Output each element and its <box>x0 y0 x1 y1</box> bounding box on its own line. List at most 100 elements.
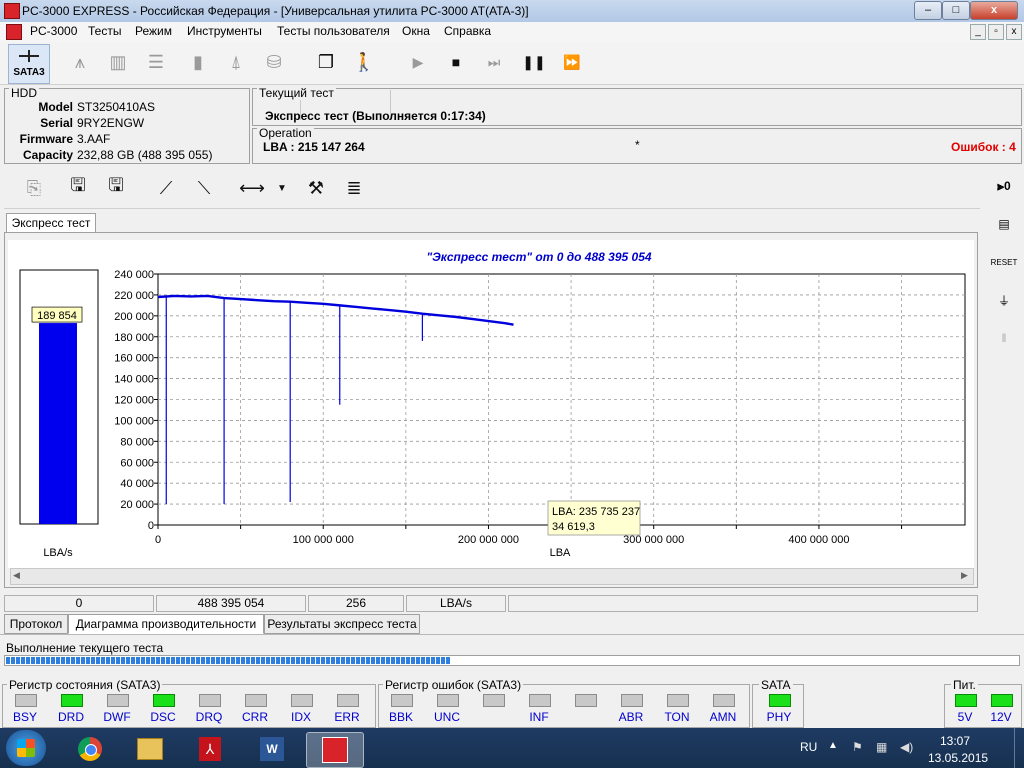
led-label: INF <box>529 710 549 724</box>
led-label: 12V <box>990 710 1012 724</box>
save-icon[interactable]: 🖫 <box>62 172 94 204</box>
play-icon[interactable]: ▶ <box>402 46 434 78</box>
close-button[interactable]: x <box>970 1 1018 20</box>
tab-protocol[interactable]: Протокол <box>4 614 68 634</box>
tab-express-results[interactable]: Результаты экспресс теста <box>264 614 420 634</box>
taskbar-explorer[interactable] <box>122 732 178 766</box>
mdi-restore-button[interactable]: ▫ <box>988 24 1004 40</box>
menu-tests[interactable]: Тесты <box>88 24 121 38</box>
chart-scrollbar[interactable]: ◀ ▶ <box>10 568 974 585</box>
y-tick-label: 160 000 <box>114 353 154 365</box>
taskbar-word[interactable]: W <box>244 732 300 766</box>
maximize-button[interactable]: □ <box>942 1 970 20</box>
tools-icon[interactable]: ⚒ <box>300 172 332 204</box>
led-label: DSC <box>150 710 176 724</box>
led-label: BBK <box>388 710 413 724</box>
led-indicator <box>529 694 551 707</box>
scroll-right-icon[interactable]: ▶ <box>961 570 968 581</box>
error-count: Ошибок : 4 <box>951 140 1016 154</box>
chart-canvas: "Экспресс тест" от 0 до 488 395 054 189 … <box>8 240 974 568</box>
led-label: UNC <box>434 710 460 724</box>
disk-tool-icon[interactable]: ⛁ <box>258 46 290 78</box>
minimize-button[interactable]: – <box>914 1 942 20</box>
tray-expand-icon[interactable]: ▲ <box>828 740 838 751</box>
switch-icon[interactable]: ⏚ <box>990 288 1018 312</box>
led-label: CRR <box>242 710 268 724</box>
clock-time[interactable]: 13:07 <box>940 734 970 748</box>
menu-windows[interactable]: Окна <box>402 24 430 38</box>
export-icon[interactable]: ⎘ <box>18 172 50 204</box>
pause-icon[interactable]: ❚❚ <box>518 46 550 78</box>
skip-icon[interactable]: ⏩ <box>556 46 588 78</box>
stop-icon[interactable]: ■ <box>440 46 472 78</box>
mdi-minimize-button[interactable]: _ <box>970 24 986 40</box>
tab-performance-diagram[interactable]: Диаграмма производительности <box>68 614 264 634</box>
taskbar-acrobat[interactable]: ⅄ <box>182 732 238 766</box>
status-end: 488 395 054 <box>156 595 306 612</box>
led-label: DWF <box>103 710 131 724</box>
bars-icon[interactable]: ▮ <box>182 46 214 78</box>
tooltip-lba: LBA: 235 735 237 <box>552 506 640 518</box>
menu-tools[interactable]: Инструменты <box>187 24 262 38</box>
action-center-icon[interactable]: ⚑ <box>852 740 863 754</box>
menu-user-tests[interactable]: Тесты пользователя <box>277 24 390 38</box>
start-button[interactable] <box>6 730 46 766</box>
graph-down-icon[interactable]: ⟍ <box>188 172 220 204</box>
menu-pc3000[interactable]: PC-3000 <box>30 24 77 38</box>
clock-date[interactable]: 13.05.2015 <box>928 751 988 765</box>
volume-icon[interactable]: ◀) <box>900 740 913 754</box>
exit-icon[interactable]: 🚶 <box>348 46 380 78</box>
chrome-icon <box>78 737 102 761</box>
main-toolbar: SATA3 ⩚ ▥ ☰ ▮ ⍋ ⛁ ❐ 🚶 ▶ ■ ⏭ ❚❚ ⏩ <box>0 42 1024 120</box>
model-label: Model <box>38 100 73 114</box>
language-indicator[interactable]: RU <box>800 740 817 754</box>
range-icon[interactable]: ⟷ <box>236 172 268 204</box>
scroll-left-icon[interactable]: ◀ <box>13 570 20 581</box>
y-tick-label: 60 000 <box>120 457 154 469</box>
firmware-value: 3.AAF <box>77 132 111 146</box>
port-icon[interactable]: ▤ <box>990 212 1018 236</box>
power-register: Пит. 5V 12V <box>944 678 1022 728</box>
menu-mode[interactable]: Режим <box>135 24 172 38</box>
current-test-label: Текущий тест <box>257 86 336 100</box>
led-indicator <box>391 694 413 707</box>
settings-list-icon[interactable]: ≣ <box>338 172 370 204</box>
led-indicator <box>667 694 689 707</box>
mdi-close-button[interactable]: x <box>1006 24 1022 40</box>
led-label: ABR <box>618 710 644 724</box>
list-icon[interactable]: ☰ <box>140 46 172 78</box>
windows-icon[interactable]: ❐ <box>310 46 342 78</box>
led-label: DRD <box>58 710 84 724</box>
hdd-info-group: HDD Model ST3250410AS Serial 9RY2ENGW Fi… <box>4 86 250 164</box>
led-indicator <box>713 694 735 707</box>
step-icon[interactable]: ⏭ <box>478 46 510 78</box>
chip-icon[interactable]: ▥ <box>102 46 134 78</box>
led-indicator <box>575 694 597 707</box>
menu-help[interactable]: Справка <box>444 24 491 38</box>
erase-icon[interactable]: ⩚ <box>64 46 96 78</box>
led-label: AMN <box>709 710 737 724</box>
led-indicator <box>15 694 37 707</box>
y-tick-label: 220 000 <box>114 290 154 302</box>
save-as-icon[interactable]: 🖫 <box>100 172 132 204</box>
y-tick-label: 120 000 <box>114 395 154 407</box>
sata3-port-button[interactable]: SATA3 <box>8 44 50 84</box>
power-cycle-icon[interactable]: ⫸0 <box>990 174 1018 198</box>
taskbar-pc3000[interactable] <box>306 732 364 768</box>
status-block: 256 <box>308 595 404 612</box>
tab-express-test[interactable]: Экспресс тест <box>6 213 96 233</box>
gauge-bar <box>39 323 77 524</box>
pause-side-icon[interactable]: ‖ <box>990 326 1018 350</box>
show-desktop-button[interactable] <box>1014 728 1024 768</box>
led-indicator <box>61 694 83 707</box>
error-register: Регистр ошибок (SATA3) BBK UNC INF ABR TON AM… <box>378 678 750 728</box>
scan-icon[interactable]: ⍋ <box>220 46 252 78</box>
reset-icon[interactable]: RESET <box>990 250 1018 274</box>
led-label: 5V <box>957 710 973 724</box>
led-label: PHY <box>766 710 792 724</box>
serial-label: Serial <box>40 116 73 130</box>
network-icon[interactable]: ▦ <box>876 740 887 754</box>
chevron-down-icon[interactable]: ▼ <box>266 172 298 204</box>
graph-icon[interactable]: ⟋ <box>150 172 182 204</box>
taskbar-chrome[interactable] <box>62 732 118 766</box>
